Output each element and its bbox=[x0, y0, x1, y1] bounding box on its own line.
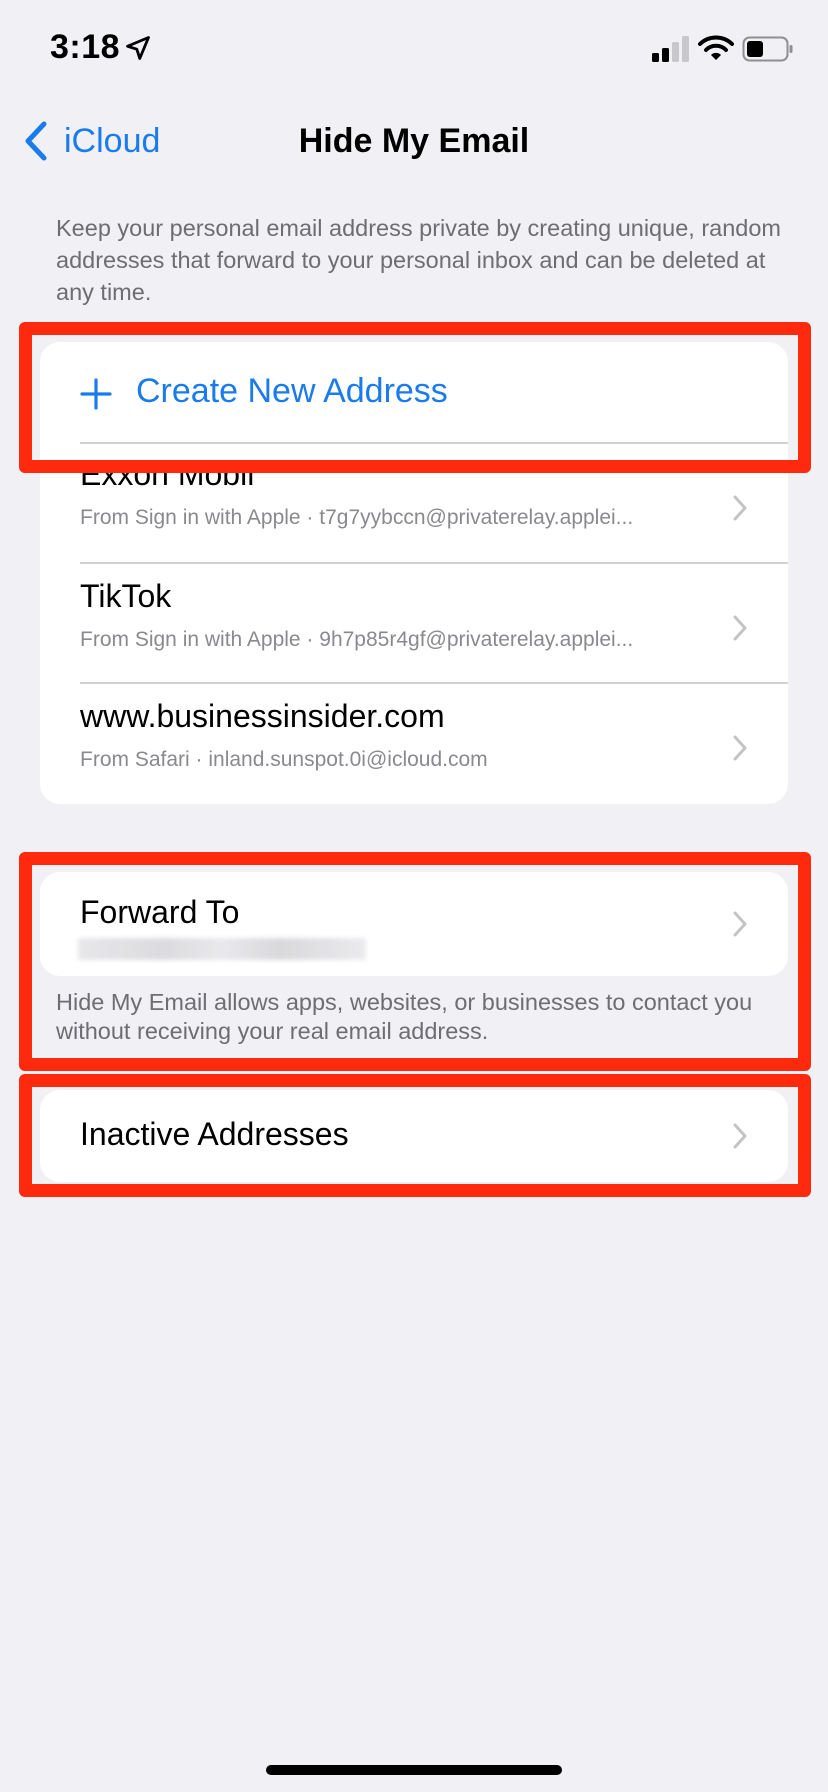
intro-description: Keep your personal email address private… bbox=[56, 215, 782, 305]
page-title: Hide My Email bbox=[298, 122, 530, 160]
home-indicator[interactable] bbox=[266, 1765, 562, 1775]
chevron-right-icon bbox=[733, 1123, 747, 1149]
address-title: TikTok bbox=[80, 578, 172, 614]
location-arrow-icon bbox=[126, 36, 150, 60]
cellular-signal-icon bbox=[652, 36, 689, 62]
addresses-card: Create New Address Exxon Mobil From Sign… bbox=[40, 342, 788, 804]
chevron-right-icon bbox=[733, 911, 747, 937]
wifi-icon bbox=[698, 35, 734, 60]
create-new-address-button[interactable]: Create New Address bbox=[40, 342, 788, 442]
chevron-right-icon bbox=[733, 495, 747, 521]
create-new-address-label: Create New Address bbox=[136, 372, 448, 410]
status-time: 3:18 bbox=[50, 28, 121, 66]
separator bbox=[80, 442, 788, 444]
address-row-tiktok[interactable]: TikTok From Sign in with Apple · 9h7p85r… bbox=[40, 564, 788, 682]
chevron-right-icon bbox=[733, 735, 747, 761]
address-subtitle: From Sign in with Apple · 9h7p85r4gf@pri… bbox=[80, 628, 634, 651]
plus-icon bbox=[80, 378, 112, 410]
address-row-exxon-mobil[interactable]: Exxon Mobil From Sign in with Apple · t7… bbox=[40, 456, 788, 560]
address-subtitle: From Safari · inland.sunspot.0i@icloud.c… bbox=[80, 748, 488, 771]
forward-to-row[interactable]: Forward To bbox=[40, 872, 788, 976]
forward-to-footnote: Hide My Email allows apps, websites, or … bbox=[56, 989, 753, 1044]
forward-to-email-redacted bbox=[78, 938, 366, 960]
inactive-addresses-label: Inactive Addresses bbox=[80, 1116, 349, 1152]
chevron-right-icon bbox=[733, 615, 747, 641]
address-row-businessinsider[interactable]: www.businessinsider.com From Safari · in… bbox=[40, 684, 788, 802]
inactive-addresses-row[interactable]: Inactive Addresses bbox=[40, 1090, 788, 1182]
address-title: Exxon Mobil bbox=[80, 456, 255, 492]
address-subtitle: From Sign in with Apple · t7g7yybccn@pri… bbox=[80, 506, 634, 529]
forward-to-label: Forward To bbox=[80, 894, 240, 930]
battery-icon bbox=[742, 36, 793, 62]
status-bar: 3:18 bbox=[0, 0, 828, 100]
address-title: www.businessinsider.com bbox=[80, 698, 445, 734]
